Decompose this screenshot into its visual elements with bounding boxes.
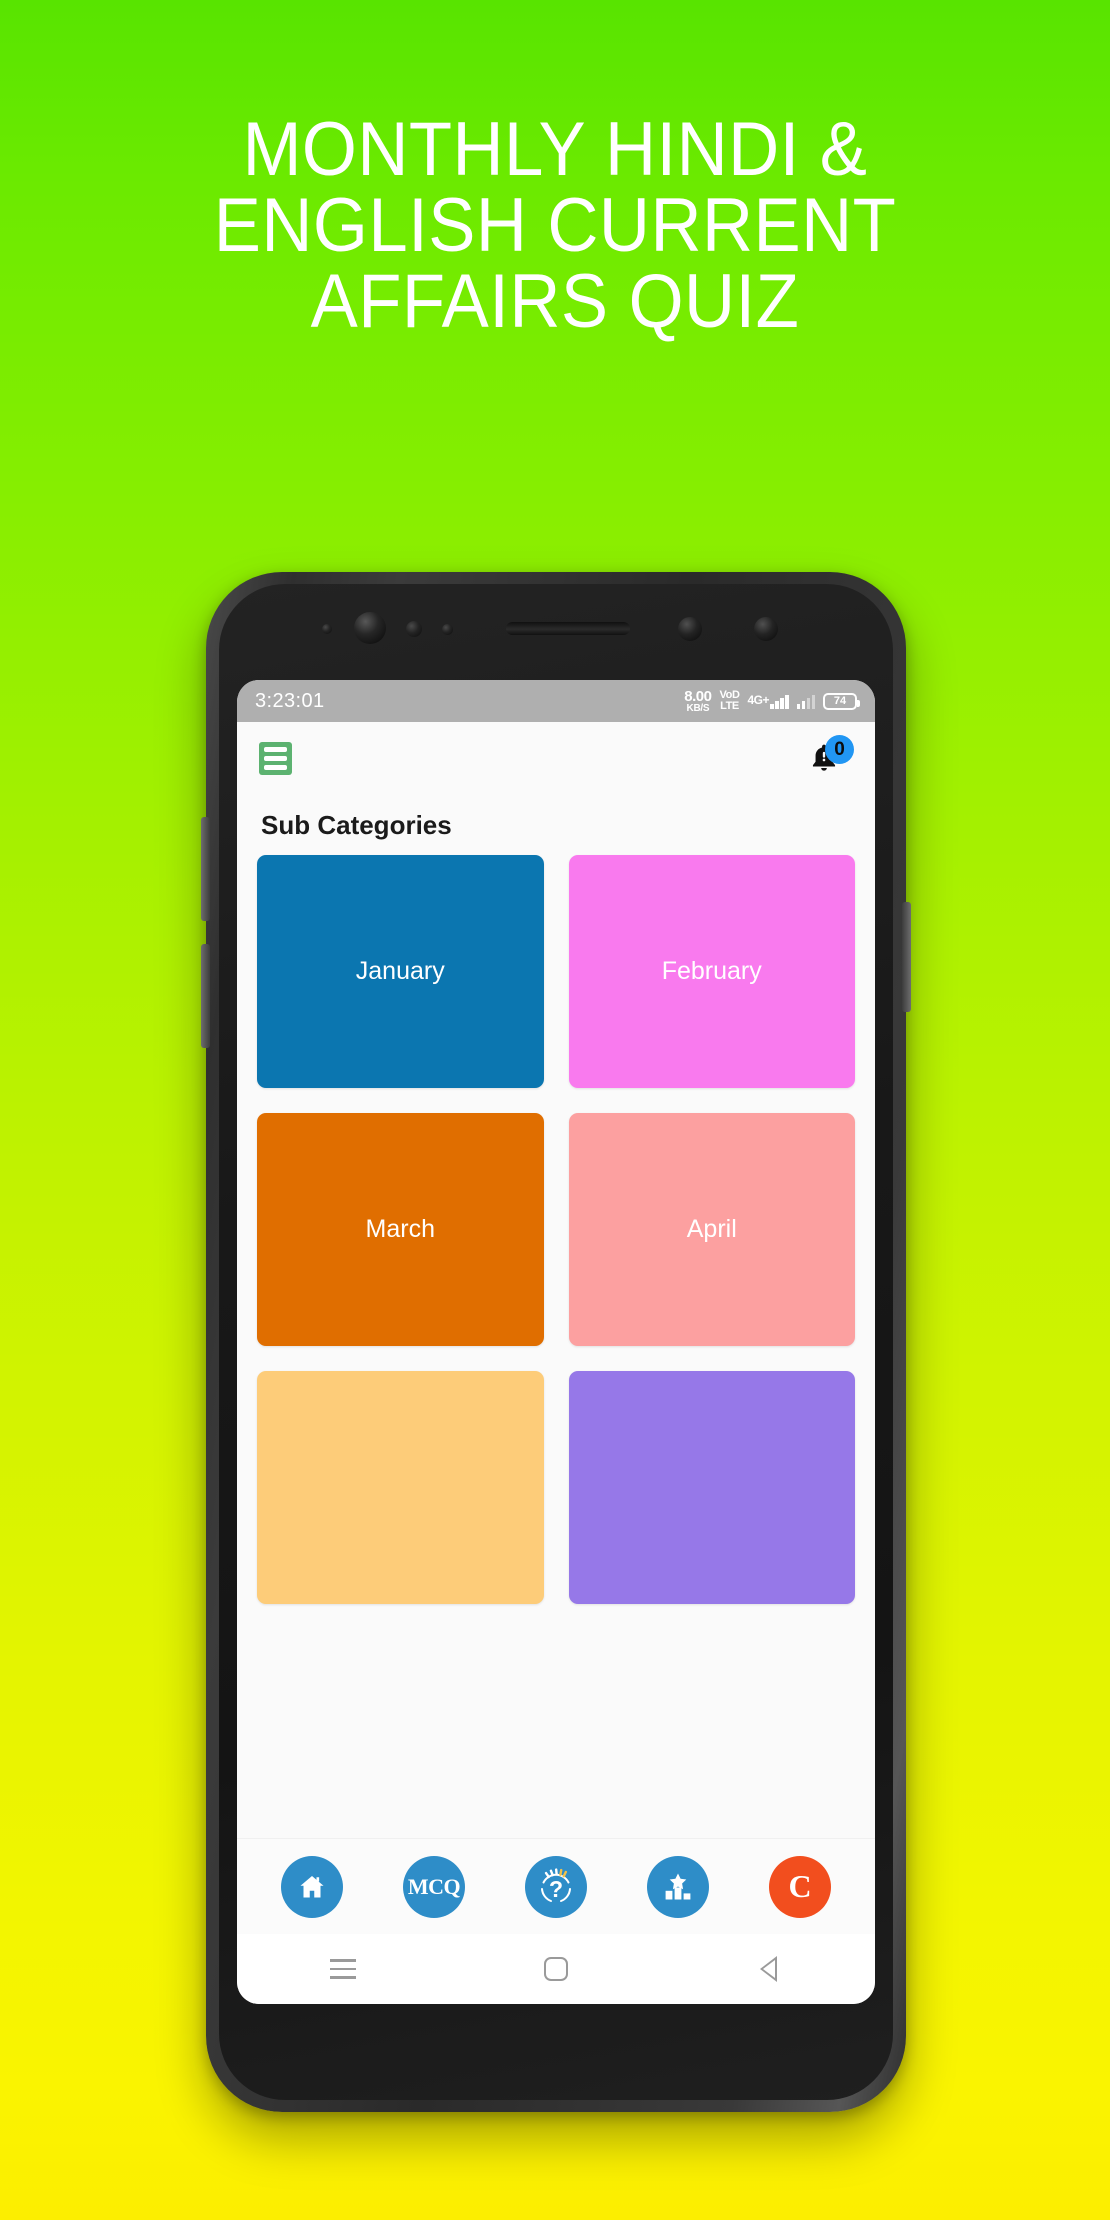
subcategory-tile[interactable]: January [257,855,544,1088]
data-rate-indicator: 8.00 KB/S [684,687,712,714]
promo-headline: MONTHLY HINDI & ENGLISH CURRENT AFFAIRS … [213,107,897,344]
nav-leaderboard-button[interactable] [647,1855,709,1918]
svg-text:?: ? [549,1876,563,1902]
subcategory-grid: January February March April [257,855,855,1604]
subcategory-tile[interactable]: April [568,1113,855,1346]
hamburger-menu-icon[interactable] [259,741,292,775]
notification-badge: 0 [825,735,854,764]
front-camera-icon [354,612,386,644]
volte-bottom-label: LTE [720,700,739,712]
android-recents-button[interactable] [320,1946,366,1992]
bottom-navigation: MCQ ? C [237,1838,875,1934]
android-home-button[interactable] [533,1946,579,1992]
home-square-icon [543,1957,568,1981]
leaderboard-icon [665,1873,691,1899]
network-label: 4G+ [747,693,769,707]
recents-icon [330,1959,357,1979]
ir-sensor-icon [442,624,453,635]
power-button[interactable] [902,902,911,1012]
subcategory-label: April [686,1215,737,1243]
battery-percent: 74 [833,695,847,707]
light-sensor-icon [406,621,422,637]
nav-quiz-button[interactable]: ? [525,1855,587,1918]
subcategory-tile[interactable]: March [257,1113,544,1346]
data-rate-value: 8.00 [684,687,712,705]
mcq-icon: MCQ [407,1873,461,1899]
secondary-camera-icon [754,617,778,641]
volume-up-button[interactable] [201,817,210,921]
android-navigation-bar [237,1934,875,2004]
nav-home-button[interactable] [281,1855,343,1918]
page-title: Sub Categories [261,810,452,840]
notification-button[interactable]: 0 [807,735,854,779]
quiz-question-icon: ? [541,1867,571,1902]
front-sensor-cluster [206,612,906,646]
subcategory-tile[interactable]: February [568,855,855,1088]
subcategory-label: March [365,1215,435,1243]
signal-bars-sim2-icon [796,694,815,709]
category-c-icon: C [788,1868,812,1904]
iris-scanner-icon [678,617,702,641]
home-icon [300,1875,324,1897]
subcategory-label: January [355,957,445,985]
volte-indicator: VoD LTE [720,690,740,712]
phone-device-mockup: 3:23:01 8.00 KB/S VoD LTE 4G+ 74 0 Sub C… [201,572,911,2112]
proximity-sensor-icon [322,624,332,634]
network-indicator: 4G+ [747,693,789,709]
app-bar: 0 [237,722,875,794]
nav-mcq-button[interactable]: MCQ [403,1855,465,1918]
main-content: Sub Categories January February March Ap… [237,794,875,1838]
battery-icon: 74 [823,692,860,710]
subcategory-tile[interactable] [257,1371,544,1604]
status-time: 3:23:01 [255,689,325,712]
subcategory-tile[interactable] [568,1371,855,1604]
subcategory-label: February [661,957,762,985]
android-back-button[interactable] [746,1946,792,1992]
volume-down-button[interactable] [201,944,210,1048]
earpiece-speaker-icon [506,622,630,635]
signal-bars-sim1-icon [770,694,789,709]
nav-category-button[interactable]: C [769,1855,831,1918]
data-rate-unit: KB/S [686,702,710,714]
back-triangle-icon [760,1956,778,1982]
status-bar: 3:23:01 8.00 KB/S VoD LTE 4G+ 74 [237,680,875,722]
phone-screen: 3:23:01 8.00 KB/S VoD LTE 4G+ 74 0 Sub C… [237,680,875,2004]
